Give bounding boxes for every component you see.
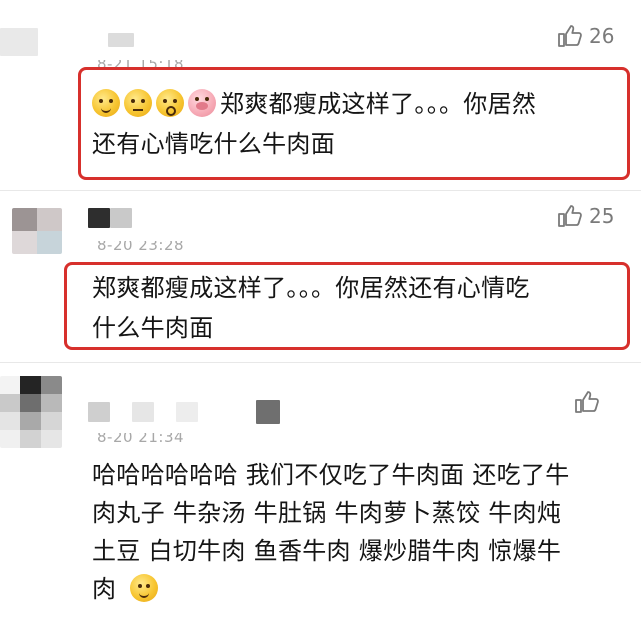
comment-text-line-3: 土豆 白切牛肉 鱼香牛肉 爆炒腊牛肉 惊爆牛 — [92, 537, 562, 565]
timestamp-overlap — [96, 234, 206, 241]
like-button[interactable]: 26 — [557, 24, 614, 48]
comment-text: 郑爽都瘦成这样了。。。你居然 还有心情吃什么牛肉面 — [92, 84, 622, 164]
like-button[interactable]: 25 — [557, 204, 614, 228]
comment-text-line-1: 郑爽都瘦成这样了。。。你居然还有心情吃 — [92, 274, 530, 302]
comment-text-line-1: 哈哈哈哈哈哈 我们不仅吃了牛肉面 还吃了牛 — [92, 461, 570, 489]
timestamp-overlap — [96, 426, 206, 433]
comment-text-line-1: 郑爽都瘦成这样了。。。你居然 — [220, 90, 537, 118]
thinking-emoji-icon — [124, 89, 152, 117]
shocked-emoji-icon — [156, 89, 184, 117]
crying-laughing-emoji-icon — [92, 89, 120, 117]
comment-text: 郑爽都瘦成这样了。。。你居然还有心情吃 什么牛肉面 — [92, 268, 622, 348]
username-blurred[interactable] — [176, 402, 198, 422]
like-button[interactable] — [574, 390, 606, 414]
avatar[interactable] — [0, 376, 62, 448]
avatar[interactable] — [0, 28, 38, 56]
timestamp-overlap — [96, 53, 206, 60]
comment-1: 8-21 15:18 26 郑爽都瘦成这样了。。。你居然 还有心情吃什么牛肉面 — [0, 0, 641, 190]
smile-emoji-icon — [130, 574, 159, 602]
thumbs-up-icon — [575, 391, 599, 413]
thumbs-up-icon — [558, 25, 582, 47]
username-blurred[interactable] — [132, 402, 154, 422]
avatar[interactable] — [12, 208, 62, 254]
comment-3: 8-20 21:34 哈哈哈哈哈哈 我们不仅吃了牛肉面 还吃了牛 肉丸子 牛杂汤… — [0, 362, 641, 629]
username-blurred[interactable] — [88, 402, 110, 422]
comment-text-line-2: 什么牛肉面 — [92, 314, 214, 342]
username-blurred[interactable] — [88, 208, 110, 228]
comment-text-line-2: 还有心情吃什么牛肉面 — [92, 130, 335, 158]
comment-2: 8-20 23:28 25 郑爽都瘦成这样了。。。你居然还有心情吃 什么牛肉面 — [0, 190, 641, 362]
username-blurred[interactable] — [256, 400, 280, 424]
comment-text-line-2: 肉丸子 牛杂汤 牛肚锅 牛肉萝卜蒸饺 牛肉炖 — [92, 499, 562, 527]
like-count: 26 — [589, 24, 615, 48]
like-count: 25 — [589, 204, 615, 228]
comment-text-line-4: 肉 — [92, 575, 117, 603]
comment-text: 哈哈哈哈哈哈 我们不仅吃了牛肉面 还吃了牛 肉丸子 牛杂汤 牛肚锅 牛肉萝卜蒸饺… — [92, 456, 637, 608]
username-blurred[interactable] — [108, 33, 134, 47]
pig-emoji-icon — [188, 89, 216, 117]
username-blurred[interactable] — [110, 208, 132, 228]
thumbs-up-icon — [558, 205, 582, 227]
